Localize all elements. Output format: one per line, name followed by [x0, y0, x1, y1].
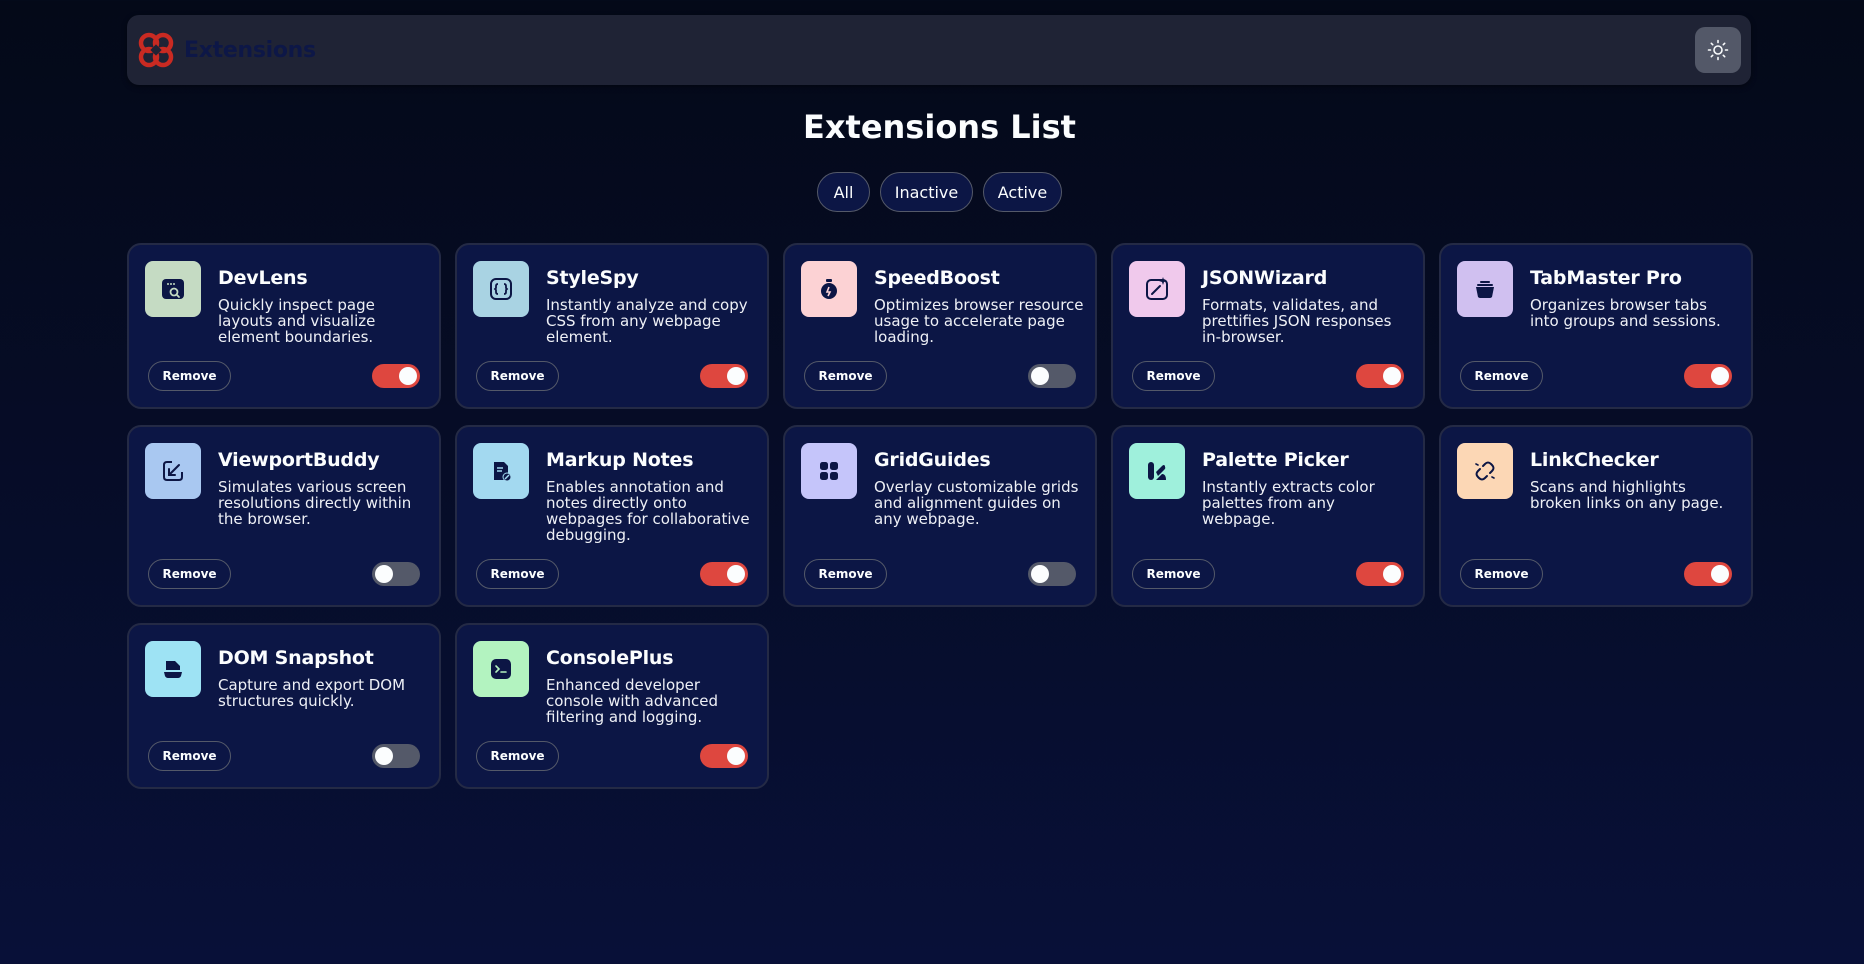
- extension-description: Enables annotation and notes directly on…: [546, 478, 750, 544]
- extension-card-tabmaster-pro: TabMaster Pro Organizes browser tabs int…: [1439, 243, 1753, 409]
- extension-card-gridguides: GridGuides Overlay customizable grids an…: [783, 425, 1097, 607]
- extension-card-viewportbuddy: ViewportBuddy Simulates various screen r…: [127, 425, 441, 607]
- toggle-knob: [1383, 565, 1401, 583]
- extension-description: Organizes browser tabs into groups and s…: [1530, 296, 1721, 330]
- extension-name: Markup Notes: [546, 449, 694, 471]
- extension-card-dom-snapshot: DOM Snapshot Capture and export DOM stru…: [127, 623, 441, 789]
- top-bar: Extensions: [127, 15, 1751, 85]
- extension-name: ViewportBuddy: [218, 449, 380, 471]
- extension-card-consoleplus: ConsolePlus Enhanced developer console w…: [455, 623, 769, 789]
- active-toggle[interactable]: [1684, 562, 1732, 586]
- linkchecker-icon: [1457, 443, 1513, 499]
- speedboost-icon: [801, 261, 857, 317]
- active-toggle[interactable]: [372, 364, 420, 388]
- remove-button[interactable]: Remove: [148, 559, 231, 589]
- remove-button[interactable]: Remove: [1132, 559, 1215, 589]
- toggle-knob: [727, 747, 745, 765]
- remove-button[interactable]: Remove: [148, 741, 231, 771]
- active-toggle[interactable]: [1684, 364, 1732, 388]
- remove-button[interactable]: Remove: [1460, 361, 1543, 391]
- extension-card-jsonwizard: JSONWizard Formats, validates, and prett…: [1111, 243, 1425, 409]
- extension-description: Enhanced developer console with advanced…: [546, 676, 718, 726]
- viewportbuddy-icon: [145, 443, 201, 499]
- extension-card-palette-picker: Palette Picker Instantly extracts color …: [1111, 425, 1425, 607]
- active-toggle[interactable]: [1356, 364, 1404, 388]
- brand: Extensions: [136, 30, 316, 70]
- active-toggle[interactable]: [1356, 562, 1404, 586]
- extension-card-speedboost: SpeedBoost Optimizes browser resource us…: [783, 243, 1097, 409]
- active-toggle[interactable]: [1028, 562, 1076, 586]
- filter-tabs: All Inactive Active: [0, 172, 1864, 212]
- remove-button[interactable]: Remove: [476, 559, 559, 589]
- remove-button[interactable]: Remove: [804, 361, 887, 391]
- extension-name: SpeedBoost: [874, 267, 1000, 289]
- toggle-knob: [375, 565, 393, 583]
- extension-card-stylespy: StyleSpy Instantly analyze and copy CSS …: [455, 243, 769, 409]
- filter-active-button[interactable]: Active: [983, 172, 1062, 212]
- extension-name: DevLens: [218, 267, 308, 289]
- active-toggle[interactable]: [700, 744, 748, 768]
- toggle-knob: [399, 367, 417, 385]
- devlens-icon: [145, 261, 201, 317]
- remove-button[interactable]: Remove: [1460, 559, 1543, 589]
- markupnotes-icon: [473, 443, 529, 499]
- extension-description: Overlay customizable grids and alignment…: [874, 478, 1079, 528]
- active-toggle[interactable]: [372, 562, 420, 586]
- palettepicker-icon: [1129, 443, 1185, 499]
- theme-toggle-button[interactable]: [1695, 27, 1741, 73]
- tabmaster-icon: [1457, 261, 1513, 317]
- remove-button[interactable]: Remove: [476, 741, 559, 771]
- stylespy-icon: [473, 261, 529, 317]
- extension-name: DOM Snapshot: [218, 647, 374, 669]
- toggle-knob: [1711, 565, 1729, 583]
- toggle-knob: [375, 747, 393, 765]
- extension-description: Capture and export DOM structures quickl…: [218, 676, 406, 710]
- extension-card-markup-notes: Markup Notes Enables annotation and note…: [455, 425, 769, 607]
- brand-name: Extensions: [184, 37, 316, 63]
- extension-name: ConsolePlus: [546, 647, 674, 669]
- jsonwizard-icon: [1129, 261, 1185, 317]
- filter-inactive-button[interactable]: Inactive: [880, 172, 973, 212]
- toggle-knob: [1031, 367, 1049, 385]
- page-title: Extensions List: [803, 108, 1076, 146]
- extensions-logo-icon: [136, 30, 176, 70]
- active-toggle[interactable]: [1028, 364, 1076, 388]
- extension-name: TabMaster Pro: [1530, 267, 1682, 289]
- toggle-knob: [1031, 565, 1049, 583]
- extension-description: Instantly extracts color palettes from a…: [1202, 478, 1375, 528]
- extension-name: StyleSpy: [546, 267, 639, 289]
- consoleplus-icon: [473, 641, 529, 697]
- remove-button[interactable]: Remove: [804, 559, 887, 589]
- active-toggle[interactable]: [372, 744, 420, 768]
- extension-name: GridGuides: [874, 449, 991, 471]
- filter-all-button[interactable]: All: [817, 172, 870, 212]
- gridguides-icon: [801, 443, 857, 499]
- toggle-knob: [1383, 367, 1401, 385]
- sun-icon: [1707, 39, 1729, 61]
- remove-button[interactable]: Remove: [1132, 361, 1215, 391]
- extension-description: Instantly analyze and copy CSS from any …: [546, 296, 748, 346]
- extension-description: Optimizes browser resource usage to acce…: [874, 296, 1084, 346]
- active-toggle[interactable]: [700, 562, 748, 586]
- extension-name: JSONWizard: [1202, 267, 1328, 289]
- extension-name: LinkChecker: [1530, 449, 1659, 471]
- extension-description: Scans and highlights broken links on any…: [1530, 478, 1724, 512]
- extension-description: Simulates various screen resolutions dir…: [218, 478, 412, 528]
- toggle-knob: [727, 565, 745, 583]
- extension-card-devlens: DevLens Quickly inspect page layouts and…: [127, 243, 441, 409]
- domsnapshot-icon: [145, 641, 201, 697]
- extension-description: Quickly inspect page layouts and visuali…: [218, 296, 376, 346]
- remove-button[interactable]: Remove: [148, 361, 231, 391]
- toggle-knob: [1711, 367, 1729, 385]
- extension-description: Formats, validates, and prettifies JSON …: [1202, 296, 1392, 346]
- toggle-knob: [727, 367, 745, 385]
- extension-name: Palette Picker: [1202, 449, 1349, 471]
- remove-button[interactable]: Remove: [476, 361, 559, 391]
- active-toggle[interactable]: [700, 364, 748, 388]
- extension-card-linkchecker: LinkChecker Scans and highlights broken …: [1439, 425, 1753, 607]
